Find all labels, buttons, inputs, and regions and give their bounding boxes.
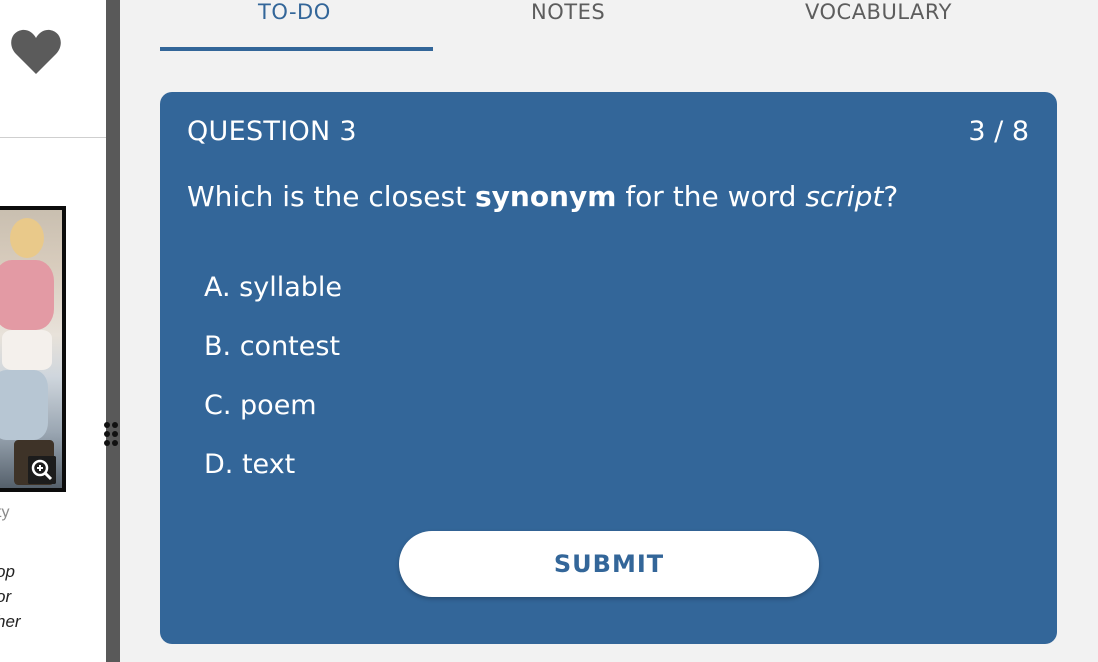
prompt-text: ? xyxy=(883,180,899,213)
heart-icon[interactable] xyxy=(10,26,62,76)
pane-splitter[interactable] xyxy=(106,0,120,662)
tab-notes[interactable]: NOTES xyxy=(531,0,605,24)
option-letter: C. xyxy=(204,390,232,421)
divider xyxy=(0,137,106,138)
option-letter: D. xyxy=(204,449,234,480)
photo-credit: ty xyxy=(0,504,10,521)
active-tab-indicator xyxy=(160,47,433,51)
reader-pane: ty op or her xyxy=(0,0,106,662)
option-text: text xyxy=(241,449,296,480)
caption-line: op xyxy=(0,562,15,581)
submit-button[interactable]: SUBMIT xyxy=(399,531,819,597)
answer-option-b[interactable]: B. contest xyxy=(204,331,340,362)
question-title: QUESTION 3 xyxy=(187,116,357,147)
caption-line: or xyxy=(0,587,12,606)
answer-option-d[interactable]: D. text xyxy=(204,449,295,480)
prompt-text: Which is the closest xyxy=(187,180,475,213)
option-text: contest xyxy=(239,331,341,362)
activity-panel: TO-DO NOTES VOCABULARY QUESTION 3 3 / 8 … xyxy=(120,0,1098,662)
question-prompt: Which is the closest synonym for the wor… xyxy=(187,180,898,213)
question-card: QUESTION 3 3 / 8 Which is the closest sy… xyxy=(160,92,1057,644)
option-letter: A. xyxy=(204,272,231,303)
answer-option-c[interactable]: C. poem xyxy=(204,390,317,421)
prompt-emphasis: synonym xyxy=(474,180,617,213)
caption-line: her xyxy=(0,612,21,631)
answer-option-a[interactable]: A. syllable xyxy=(204,272,342,303)
option-text: syllable xyxy=(239,272,343,303)
question-counter: 3 / 8 xyxy=(968,116,1029,147)
prompt-target-word: script xyxy=(805,180,884,213)
option-text: poem xyxy=(240,390,317,421)
article-photo[interactable] xyxy=(0,206,66,492)
prompt-text: for the word xyxy=(616,180,806,213)
tab-todo[interactable]: TO-DO xyxy=(258,0,331,24)
zoom-in-icon[interactable] xyxy=(28,456,56,484)
tab-vocabulary[interactable]: VOCABULARY xyxy=(805,0,952,24)
option-letter: B. xyxy=(204,331,232,362)
